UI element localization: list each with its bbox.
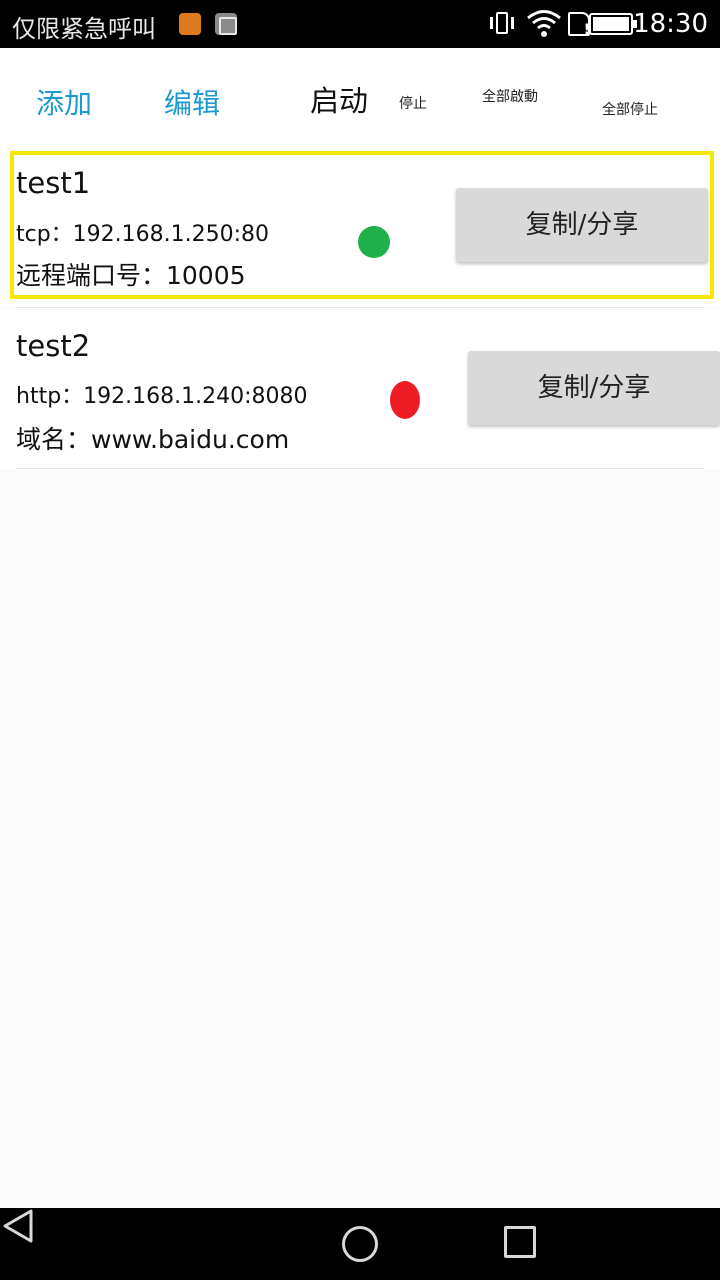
home-icon[interactable] bbox=[342, 1226, 378, 1262]
copy-share-button[interactable]: 复制/分享 bbox=[456, 188, 708, 262]
clock: 18:30 bbox=[633, 9, 708, 39]
recent-apps-icon[interactable] bbox=[504, 1226, 536, 1258]
wifi-icon bbox=[527, 10, 561, 37]
status-running-indicator bbox=[358, 226, 390, 258]
copy-share-button[interactable]: 复制/分享 bbox=[468, 351, 720, 425]
toolbar: 添加 编辑 启动 停止 全部啟動 全部停止 bbox=[0, 48, 720, 148]
navigation-bar bbox=[0, 1208, 720, 1280]
item-address: tcp：192.168.1.250:80 bbox=[16, 222, 270, 247]
start-all-button[interactable]: 全部啟動 bbox=[482, 86, 538, 106]
list-item[interactable]: test2 http：192.168.1.240:8080 域名：www.bai… bbox=[0, 309, 720, 469]
status-bar: 仅限紧急呼叫 18:30 bbox=[0, 0, 720, 48]
vibrate-icon bbox=[490, 12, 514, 34]
item-extra: 域名：www.baidu.com bbox=[16, 425, 290, 454]
gallery-icon bbox=[215, 13, 237, 35]
divider bbox=[16, 468, 704, 469]
back-icon[interactable] bbox=[0, 1208, 36, 1244]
add-button[interactable]: 添加 bbox=[36, 82, 92, 122]
item-name: test1 bbox=[16, 166, 91, 200]
uc-browser-icon bbox=[179, 13, 201, 35]
carrier-text: 仅限紧急呼叫 bbox=[12, 15, 156, 43]
battery-icon bbox=[589, 13, 637, 35]
item-address: http：192.168.1.240:8080 bbox=[16, 384, 308, 409]
stop-button[interactable]: 停止 bbox=[399, 93, 427, 113]
divider bbox=[16, 307, 704, 308]
start-button[interactable]: 启动 bbox=[310, 78, 368, 120]
sim-alert-icon bbox=[568, 12, 590, 38]
list-item[interactable]: test1 tcp：192.168.1.250:80 远程端口号：10005 复… bbox=[0, 148, 720, 308]
item-extra: 远程端口号：10005 bbox=[16, 261, 246, 290]
edit-button[interactable]: 编辑 bbox=[164, 82, 220, 122]
stop-all-button[interactable]: 全部停止 bbox=[602, 99, 658, 119]
item-name: test2 bbox=[16, 329, 91, 363]
status-stopped-indicator bbox=[390, 381, 420, 419]
